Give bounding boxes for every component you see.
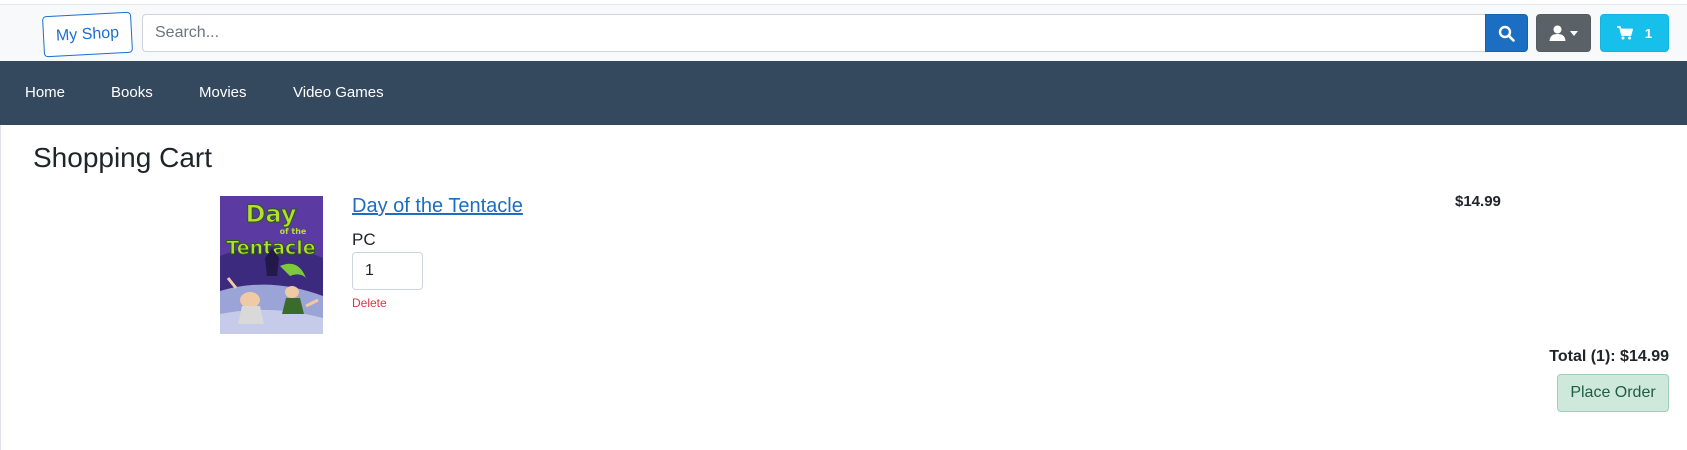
svg-text:of the: of the [280, 227, 307, 236]
product-platform: PC [352, 230, 376, 249]
user-menu-button[interactable] [1536, 14, 1591, 52]
search-button[interactable] [1485, 14, 1528, 52]
content-divider [0, 125, 1, 450]
item-price: $14.99 [1455, 193, 1501, 210]
product-name-link[interactable]: Day of the Tentacle [352, 195, 523, 218]
cart-total: Total (1): $14.99 [1549, 348, 1669, 365]
place-order-button[interactable]: Place Order [1557, 374, 1669, 412]
cart-count-badge: 1 [1644, 25, 1653, 41]
chevron-down-icon [1570, 30, 1578, 36]
svg-text:Day: Day [245, 200, 296, 228]
delete-item-link[interactable]: Delete [352, 296, 387, 310]
main-navbar: Home Books Movies Video Games [0, 61, 1687, 125]
search-icon [1498, 25, 1515, 42]
quantity-input[interactable] [352, 252, 423, 290]
nav-books[interactable]: Books [111, 61, 153, 125]
cart-icon [1616, 26, 1633, 40]
search-input[interactable] [142, 14, 1487, 52]
page-title: Shopping Cart [33, 142, 213, 173]
shop-logo-link[interactable]: My Shop [41, 11, 134, 58]
top-header: My Shop 1 [0, 4, 1687, 61]
nav-movies[interactable]: Movies [199, 61, 247, 125]
nav-home[interactable]: Home [25, 61, 65, 125]
product-cover-image: Day of the Tentacle [220, 196, 323, 334]
nav-video-games[interactable]: Video Games [293, 61, 384, 125]
user-icon [1549, 25, 1566, 41]
cart-button[interactable]: 1 [1600, 14, 1669, 52]
